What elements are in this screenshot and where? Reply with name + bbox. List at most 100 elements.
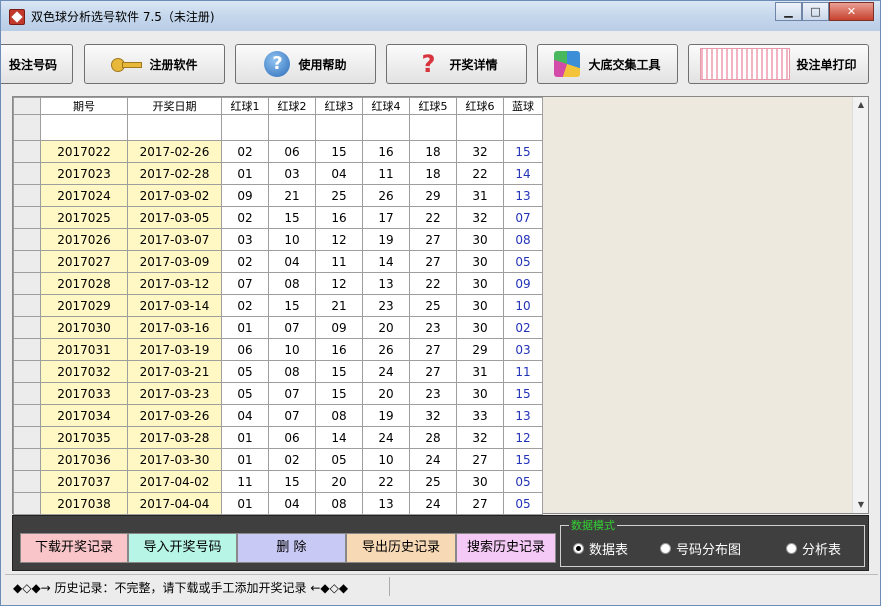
red-ball-cell[interactable]: 23 [409,382,457,405]
row-header[interactable] [13,114,41,141]
table-row[interactable]: 2017032 2017-03-21 05 08 15 24 27 31 11 [13,360,543,383]
close-icon[interactable]: ✕ [829,2,874,21]
red-ball-cell[interactable]: 08 [315,404,363,427]
help-button[interactable]: ? 使用帮助 [235,44,376,84]
red-ball-cell[interactable]: 27 [409,360,457,383]
table-cell[interactable] [456,114,504,141]
issue-cell[interactable]: 2017038 [40,492,128,515]
new-entry-row[interactable] [13,114,543,141]
date-cell[interactable]: 2017-03-28 [127,426,222,449]
date-cell[interactable]: 2017-03-30 [127,448,222,471]
search-history-button[interactable]: 搜索历史记录 [456,533,556,563]
blue-ball-cell[interactable]: 15 [503,140,543,163]
row-header[interactable] [13,448,41,471]
red-ball-cell[interactable]: 15 [268,206,316,229]
column-header[interactable]: 开奖日期 [127,97,222,115]
blue-ball-cell[interactable]: 12 [503,426,543,449]
red-ball-cell[interactable]: 01 [221,316,269,339]
red-ball-cell[interactable]: 30 [456,470,504,493]
row-header[interactable] [13,382,41,405]
radio-selected-icon[interactable] [573,543,584,554]
table-row[interactable]: 2017029 2017-03-14 02 15 21 23 25 30 10 [13,294,543,317]
issue-cell[interactable]: 2017029 [40,294,128,317]
red-ball-cell[interactable]: 06 [221,338,269,361]
red-ball-cell[interactable]: 02 [221,294,269,317]
blue-ball-cell[interactable]: 11 [503,360,543,383]
red-ball-cell[interactable]: 07 [221,272,269,295]
date-cell[interactable]: 2017-04-02 [127,470,222,493]
register-button[interactable]: 注册软件 [84,44,225,84]
table-cell[interactable] [221,114,269,141]
table-cell[interactable] [409,114,457,141]
column-header[interactable]: 红球2 [268,97,316,115]
red-ball-cell[interactable]: 01 [221,448,269,471]
row-header[interactable] [13,470,41,493]
red-ball-cell[interactable]: 31 [456,360,504,383]
red-ball-cell[interactable]: 30 [456,294,504,317]
date-cell[interactable]: 2017-03-19 [127,338,222,361]
mode-distribution-radio[interactable]: 号码分布图 [660,539,741,558]
red-ball-cell[interactable]: 10 [268,338,316,361]
bet-numbers-button[interactable]: 投注号码 [1,44,73,84]
table-row[interactable]: 2017037 2017-04-02 11 15 20 22 25 30 05 [13,470,543,493]
red-ball-cell[interactable]: 12 [315,228,363,251]
draw-details-button[interactable]: ? 开奖详情 [386,44,527,84]
red-ball-cell[interactable]: 09 [315,316,363,339]
table-row[interactable]: 2017036 2017-03-30 01 02 05 10 24 27 15 [13,448,543,471]
row-header[interactable] [13,184,41,207]
blue-ball-cell[interactable]: 05 [503,492,543,515]
red-ball-cell[interactable]: 27 [456,448,504,471]
column-header[interactable]: 红球6 [456,97,504,115]
table-row[interactable]: 2017034 2017-03-26 04 07 08 19 32 33 13 [13,404,543,427]
red-ball-cell[interactable]: 06 [268,140,316,163]
red-ball-cell[interactable]: 16 [315,206,363,229]
red-ball-cell[interactable]: 15 [268,294,316,317]
red-ball-cell[interactable]: 05 [315,448,363,471]
red-ball-cell[interactable]: 22 [409,272,457,295]
red-ball-cell[interactable]: 32 [456,140,504,163]
red-ball-cell[interactable]: 30 [456,272,504,295]
row-header[interactable] [13,140,41,163]
date-cell[interactable]: 2017-03-14 [127,294,222,317]
table-cell[interactable] [315,114,363,141]
date-cell[interactable]: 2017-03-02 [127,184,222,207]
table-row[interactable]: 2017035 2017-03-28 01 06 14 24 28 32 12 [13,426,543,449]
red-ball-cell[interactable]: 23 [409,316,457,339]
row-header[interactable] [13,404,41,427]
blue-ball-cell[interactable]: 05 [503,470,543,493]
issue-cell[interactable]: 2017031 [40,338,128,361]
combination-tool-button[interactable]: 大底交集工具 [537,44,678,84]
red-ball-cell[interactable]: 18 [409,140,457,163]
red-ball-cell[interactable]: 31 [456,184,504,207]
red-ball-cell[interactable]: 11 [221,470,269,493]
date-cell[interactable]: 2017-03-05 [127,206,222,229]
red-ball-cell[interactable]: 05 [221,360,269,383]
row-header[interactable] [13,492,41,515]
red-ball-cell[interactable]: 08 [268,360,316,383]
table-row[interactable]: 2017022 2017-02-26 02 06 15 16 18 32 15 [13,140,543,163]
column-header[interactable]: 红球5 [409,97,457,115]
red-ball-cell[interactable]: 28 [409,426,457,449]
minimize-icon[interactable]: ▁ [775,2,802,21]
blue-ball-cell[interactable]: 13 [503,404,543,427]
blue-ball-cell[interactable]: 15 [503,382,543,405]
red-ball-cell[interactable]: 22 [409,206,457,229]
red-ball-cell[interactable]: 08 [315,492,363,515]
row-header[interactable] [13,316,41,339]
row-header[interactable] [13,360,41,383]
blue-ball-cell[interactable]: 08 [503,228,543,251]
red-ball-cell[interactable]: 30 [456,382,504,405]
print-bet-slip-button[interactable]: 投注单打印 [688,44,869,84]
table-row[interactable]: 2017030 2017-03-16 01 07 09 20 23 30 02 [13,316,543,339]
red-ball-cell[interactable]: 23 [362,294,410,317]
column-header[interactable]: 红球1 [221,97,269,115]
red-ball-cell[interactable]: 06 [268,426,316,449]
date-cell[interactable]: 2017-03-21 [127,360,222,383]
red-ball-cell[interactable]: 32 [456,206,504,229]
import-numbers-button[interactable]: 导入开奖号码 [128,533,237,563]
table-row[interactable]: 2017038 2017-04-04 01 04 08 13 24 27 05 [13,492,543,515]
red-ball-cell[interactable]: 03 [221,228,269,251]
red-ball-cell[interactable]: 22 [362,470,410,493]
red-ball-cell[interactable]: 15 [315,140,363,163]
blue-ball-cell[interactable]: 09 [503,272,543,295]
